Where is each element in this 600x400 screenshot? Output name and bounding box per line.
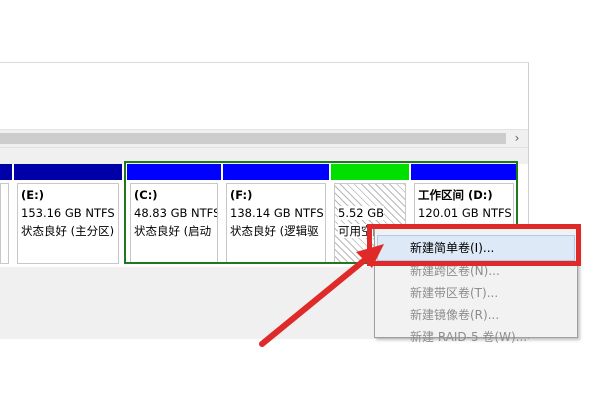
partition-size: 153.16 GB NTFS: [21, 206, 115, 220]
partition-status: 状态良好 (主分区): [21, 224, 115, 238]
partition-status: 状态良好 (逻辑驱: [230, 224, 319, 238]
partition-size: 120.01 GB NTFS: [418, 206, 512, 220]
partition-size: 48.83 GB NTFS: [134, 206, 218, 220]
partition-name: (C:): [134, 188, 158, 202]
partition-size: 5.52 GB: [338, 206, 385, 220]
partition-f[interactable]: (F:) 138.14 GB NTFS 状态良好 (逻辑驱: [223, 164, 329, 267]
volume-list-pane: [0, 63, 528, 129]
partition-name: (F:): [230, 188, 253, 202]
menu-item-new-striped-volume: 新建带区卷(T)...: [410, 286, 499, 300]
partition-status: 状态良好 (启动: [134, 224, 212, 238]
highlight-annotation-box: [367, 224, 581, 266]
horizontal-scrollbar[interactable]: ›: [0, 129, 528, 148]
partition-bar: [331, 164, 409, 180]
partition-body: (E:) 153.16 GB NTFS 状态良好 (主分区): [17, 183, 119, 264]
partition-name: 工作区间 (D:): [418, 188, 493, 202]
partition-body: (F:) 138.14 GB NTFS 状态良好 (逻辑驱: [226, 183, 326, 264]
menu-item-new-mirrored-volume: 新建镜像卷(R)...: [410, 308, 500, 322]
scrollbar-thumb[interactable]: [0, 133, 506, 144]
partition-name: (E:): [21, 188, 44, 202]
partition-bar: [14, 164, 122, 180]
partition-bar: [127, 164, 221, 180]
partition-body: (C:) 48.83 GB NTFS 状态良好 (启动: [130, 183, 218, 264]
partition-bar: [411, 164, 517, 180]
partition-e[interactable]: (E:) 153.16 GB NTFS 状态良好 (主分区): [14, 164, 122, 267]
partition-bar: [0, 164, 12, 180]
partition-c[interactable]: (C:) 48.83 GB NTFS 状态良好 (启动: [127, 164, 221, 267]
partition-size: 138.14 GB NTFS: [230, 206, 324, 220]
partition-left-edge[interactable]: [0, 164, 12, 267]
partition-bar: [223, 164, 329, 180]
menu-item-new-raid5-volume: 新建 RAID-5 卷(W)...: [410, 330, 528, 344]
scroll-right-icon[interactable]: ›: [510, 130, 524, 147]
partition-body: [0, 183, 9, 264]
